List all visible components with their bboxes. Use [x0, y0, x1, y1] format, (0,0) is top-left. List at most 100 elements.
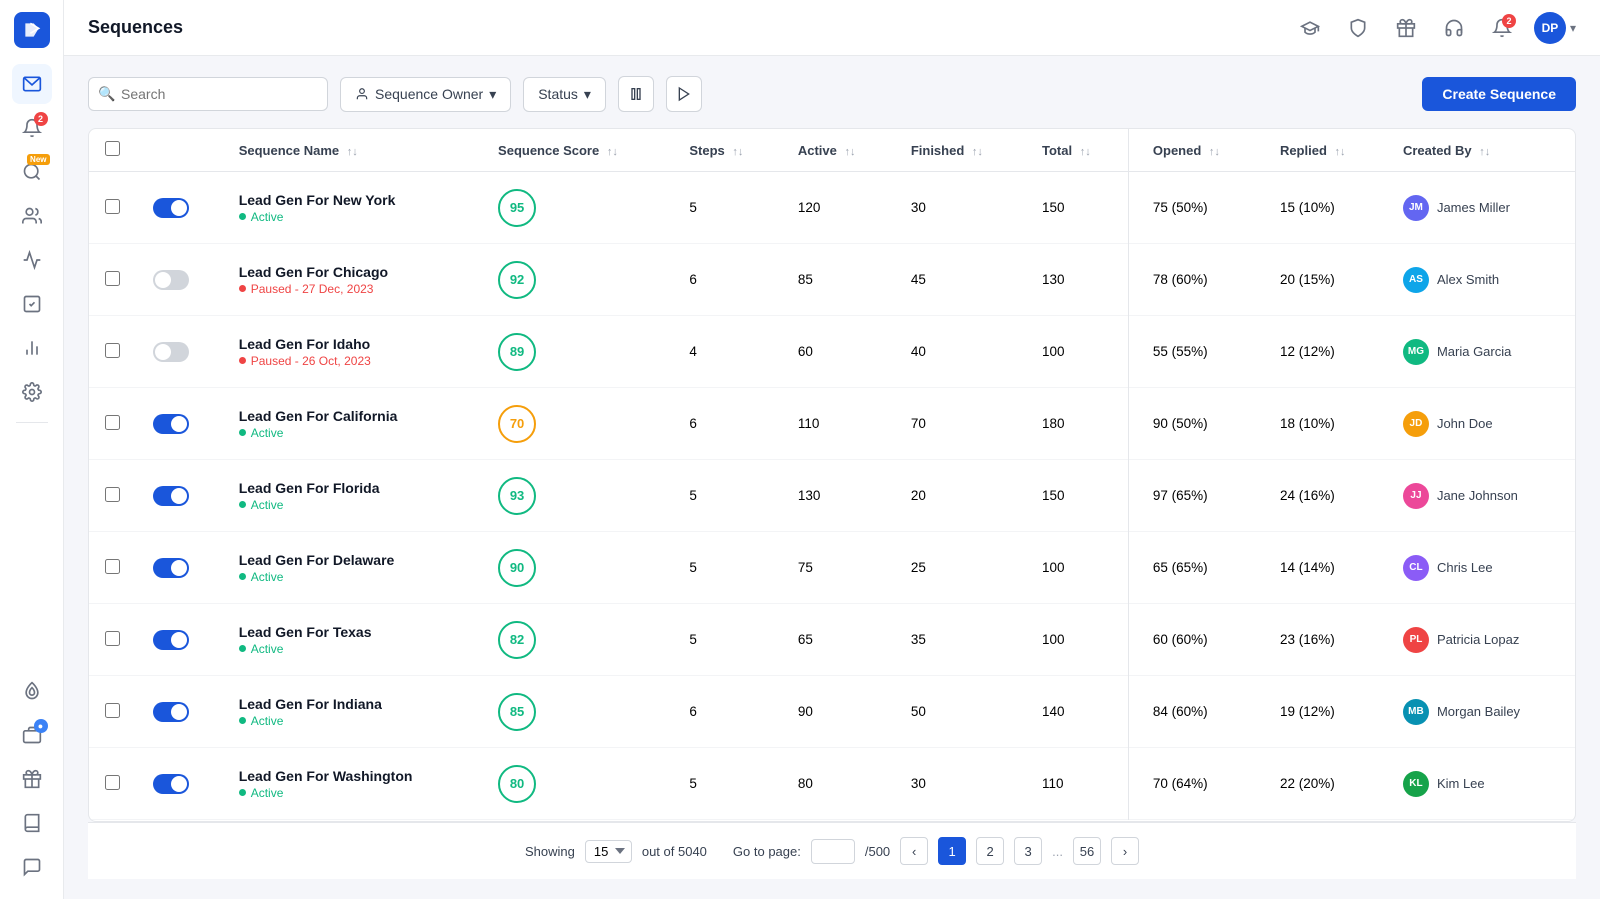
sidebar-divider: [16, 422, 48, 423]
score-badge: 70: [498, 405, 536, 443]
sequence-owner-filter[interactable]: Sequence Owner ▾: [340, 77, 511, 112]
status-text: Active: [251, 642, 284, 656]
active-cell: 65: [782, 604, 895, 676]
sequence-toggle[interactable]: [153, 342, 189, 362]
sidebar-item-gift[interactable]: [12, 759, 52, 799]
sequence-status: Active: [239, 570, 466, 584]
create-sequence-button[interactable]: Create Sequence: [1422, 77, 1576, 111]
sequence-toggle[interactable]: [153, 774, 189, 794]
user-avatar-dropdown[interactable]: DP ▾: [1534, 12, 1576, 44]
app-logo[interactable]: [14, 12, 50, 48]
sidebar-item-contacts[interactable]: [12, 196, 52, 236]
row-checkbox[interactable]: [105, 775, 120, 790]
opened-cell: 70 (64%): [1128, 748, 1264, 820]
finished-cell: 35: [895, 604, 1026, 676]
sequence-status: Active: [239, 642, 466, 656]
replied-cell: 23 (16%): [1264, 604, 1387, 676]
sidebar-item-mail[interactable]: [12, 64, 52, 104]
col-total: Total ↑↓: [1026, 129, 1128, 172]
select-all-checkbox[interactable]: [105, 141, 120, 156]
table-row: Lead Gen For Idaho Paused - 26 Oct, 2023…: [89, 316, 1575, 388]
sidebar-item-notifications[interactable]: 2: [12, 108, 52, 148]
row-checkbox[interactable]: [105, 559, 120, 574]
row-checkbox[interactable]: [105, 343, 120, 358]
steps-cell: 5: [673, 460, 781, 532]
total-cell: 100: [1026, 532, 1128, 604]
sequence-toggle[interactable]: [153, 558, 189, 578]
sequence-toggle[interactable]: [153, 198, 189, 218]
showing-label: Showing: [525, 844, 575, 859]
sidebar-item-briefcase[interactable]: ●: [12, 715, 52, 755]
toolbar: 🔍 Sequence Owner ▾ Status ▾ Create Seque…: [88, 76, 1576, 112]
page-3-button[interactable]: 3: [1014, 837, 1042, 865]
sidebar-item-settings[interactable]: [12, 372, 52, 412]
opened-cell: 60 (60%): [1128, 604, 1264, 676]
active-cell: 120: [782, 172, 895, 244]
header-bell-icon[interactable]: 2: [1486, 12, 1518, 44]
sequence-toggle[interactable]: [153, 630, 189, 650]
sequence-toggle[interactable]: [153, 270, 189, 290]
play-button[interactable]: [666, 76, 702, 112]
row-checkbox[interactable]: [105, 631, 120, 646]
creator-cell: KL Kim Lee: [1403, 771, 1559, 797]
creator-avatar: JM: [1403, 195, 1429, 221]
finished-cell: 20: [895, 460, 1026, 532]
sequence-name: Lead Gen For Idaho: [239, 336, 466, 352]
sidebar-item-search[interactable]: New: [12, 152, 52, 192]
row-checkbox[interactable]: [105, 271, 120, 286]
page-last-button[interactable]: 56: [1073, 837, 1101, 865]
replied-cell: 20 (15%): [1264, 244, 1387, 316]
replied-cell: 24 (16%): [1264, 460, 1387, 532]
row-checkbox[interactable]: [105, 487, 120, 502]
sidebar-item-tasks[interactable]: [12, 284, 52, 324]
sidebar-item-analytics[interactable]: [12, 328, 52, 368]
col-steps: Steps ↑↓: [673, 129, 781, 172]
row-checkbox[interactable]: [105, 703, 120, 718]
status-text: Paused - 26 Oct, 2023: [251, 354, 371, 368]
next-page-button[interactable]: ›: [1111, 837, 1139, 865]
user-avatar: DP: [1534, 12, 1566, 44]
sidebar-item-flame[interactable]: [12, 671, 52, 711]
creator-name: Alex Smith: [1437, 272, 1499, 287]
page-input[interactable]: 1: [811, 839, 855, 864]
sequences-table: Sequence Name ↑↓ Sequence Score ↑↓ Steps…: [89, 129, 1575, 820]
per-page-select[interactable]: 15 25 50: [585, 840, 632, 863]
sequence-toggle[interactable]: [153, 414, 189, 434]
score-badge: 89: [498, 333, 536, 371]
header-shield-icon[interactable]: [1342, 12, 1374, 44]
header-gift-icon[interactable]: [1390, 12, 1422, 44]
steps-cell: 5: [673, 748, 781, 820]
status-text: Paused - 27 Dec, 2023: [251, 282, 374, 296]
sequence-name: Lead Gen For Indiana: [239, 696, 466, 712]
table-row: Lead Gen For New York Active 95 5 120 30…: [89, 172, 1575, 244]
sidebar-item-book[interactable]: [12, 803, 52, 843]
page-title: Sequences: [88, 17, 1294, 38]
replied-cell: 19 (12%): [1264, 676, 1387, 748]
prev-page-button[interactable]: ‹: [900, 837, 928, 865]
header-graduation-icon[interactable]: [1294, 12, 1326, 44]
creator-avatar: JD: [1403, 411, 1429, 437]
search-input[interactable]: [88, 77, 328, 111]
sequence-toggle[interactable]: [153, 702, 189, 722]
page-1-button[interactable]: 1: [938, 837, 966, 865]
opened-cell: 84 (60%): [1128, 676, 1264, 748]
owner-filter-chevron: ▾: [489, 86, 496, 103]
col-opened: Opened ↑↓: [1128, 129, 1264, 172]
sequence-toggle[interactable]: [153, 486, 189, 506]
creator-avatar: KL: [1403, 771, 1429, 797]
sidebar-item-sequences[interactable]: [12, 240, 52, 280]
status-text: Active: [251, 498, 284, 512]
status-filter[interactable]: Status ▾: [523, 77, 606, 112]
status-dot: [239, 213, 246, 220]
table-row: Lead Gen For Indiana Active 85 6 90 50 1…: [89, 676, 1575, 748]
pause-button[interactable]: [618, 76, 654, 112]
replied-cell: 12 (12%): [1264, 316, 1387, 388]
row-checkbox[interactable]: [105, 199, 120, 214]
row-checkbox[interactable]: [105, 415, 120, 430]
avatar-dropdown-arrow: ▾: [1570, 21, 1576, 35]
page-2-button[interactable]: 2: [976, 837, 1004, 865]
header-headset-icon[interactable]: [1438, 12, 1470, 44]
sidebar-item-chat[interactable]: [12, 847, 52, 887]
status-dot: [239, 717, 246, 724]
sequence-status: Paused - 26 Oct, 2023: [239, 354, 466, 368]
